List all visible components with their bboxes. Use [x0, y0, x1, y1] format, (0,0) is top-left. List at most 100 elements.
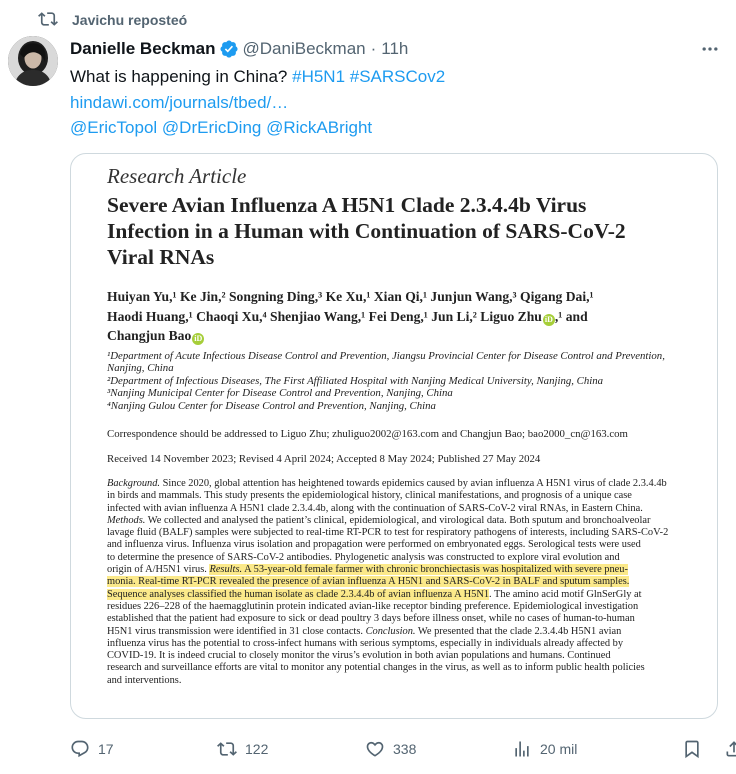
abstract-text: research and surveillance efforts are vi…	[107, 662, 645, 674]
share-button[interactable]	[724, 735, 736, 763]
highlighted-text: Results.	[209, 564, 243, 576]
abstract-line: origin of A/H5N1 virus. Results. A 53-ye…	[107, 564, 681, 576]
abstract-text: to determine the presence of SARS-CoV-2 …	[107, 551, 620, 563]
abstract-text: lavage fluid (BALF) samples were subject…	[107, 527, 669, 539]
abstract-text: . The amino acid motif GlnSerGly at	[489, 588, 642, 600]
author-handle[interactable]: @DaniBeckman	[243, 39, 366, 59]
reply-button[interactable]: 17	[70, 735, 114, 763]
abstract-text: and interventions.	[107, 674, 182, 686]
abstract-text: COVID-19. It is indeed crucial to closel…	[107, 650, 611, 662]
abstract-line: lavage fluid (BALF) samples were subject…	[107, 527, 681, 539]
abstract-line: monia. Real-time RT-PCR revealed the pre…	[107, 576, 681, 588]
author-line-text: Haodi Huang,¹ Chaoqi Xu,⁴ Shenjiao Wang,…	[107, 308, 542, 324]
author-name[interactable]: Danielle Beckman	[70, 39, 216, 59]
repost-label: Javichu reposteó	[72, 12, 188, 28]
separator-dot: ·	[370, 39, 377, 58]
abstract-text: established that the patient had exposur…	[107, 613, 635, 625]
tweet-text-prefix: What is happening in China?	[70, 67, 288, 86]
bookmark-icon	[685, 740, 699, 759]
like-count: 338	[393, 741, 417, 757]
abstract-text: Conclusion.	[365, 625, 416, 637]
reply-count: 17	[98, 741, 114, 757]
mention-rickabright[interactable]: @RickABright	[266, 118, 372, 137]
views-count: 20 mil	[540, 741, 578, 757]
paper-authors: Huiyan Yu,¹ Ke Jin,² Songning Ding,³ Ke …	[107, 287, 687, 346]
tweet-text: What is happening in China? #H5N1 #SARSC…	[70, 65, 445, 89]
retweet-icon	[217, 742, 237, 756]
paper-affiliations: ¹Department of Acute Infectious Disease …	[107, 350, 697, 412]
affiliation: ²Department of Infectious Diseases, The …	[107, 374, 604, 387]
abstract-line: residues 226–228 of the haemagglutinin p…	[107, 601, 681, 613]
affiliation: ¹Department of Acute Infectious Disease …	[107, 350, 665, 362]
tweet-header: Danielle Beckman @DaniBeckman · 11h	[70, 38, 722, 60]
paper-title-line: Viral RNAs	[107, 245, 215, 269]
abstract-line: to determine the presence of SARS-CoV-2 …	[107, 552, 681, 564]
mention-drericding[interactable]: @DrEricDing	[162, 118, 261, 137]
like-button[interactable]: 338	[365, 735, 416, 763]
abstract-text: H5N1 virus transmission were identified …	[107, 625, 366, 637]
abstract-text: in birds and mammals. This study present…	[107, 490, 632, 502]
highlighted-text: monia. Real-time RT-PCR revealed the pre…	[107, 576, 630, 588]
affiliation: Nanjing, China	[107, 362, 174, 375]
abstract-line: and interventions.	[107, 675, 681, 687]
highlighted-text: Sequence analyses classified the human i…	[107, 588, 490, 600]
orcid-icon: iD	[192, 333, 205, 345]
abstract-text: Background.	[107, 478, 160, 489]
author-line: Huiyan Yu,¹ Ke Jin,² Songning Ding,³ Ke …	[107, 289, 594, 304]
abstract-text: origin of A/H5N1 virus.	[107, 564, 210, 576]
repost-banner[interactable]: Javichu reposteó	[38, 8, 187, 32]
media-image[interactable]: Research Article Severe Avian Influenza …	[70, 153, 718, 719]
more-options-icon[interactable]	[698, 38, 722, 60]
abstract-line: established that the patient had exposur…	[107, 613, 681, 625]
hashtag-sarscov2[interactable]: #SARSCov2	[350, 67, 445, 86]
abstract-line: COVID-19. It is indeed crucial to closel…	[107, 650, 681, 662]
abstract-text: We presented that the clade 2.3.4.4b H5N…	[415, 625, 622, 637]
abstract-line: influenza virus has the potential to cro…	[107, 638, 681, 650]
avatar[interactable]	[8, 36, 58, 86]
abstract-line: Methods. We collected and analysed the p…	[107, 515, 681, 527]
abstract-line: Sequence analyses classified the human i…	[107, 588, 681, 601]
hashtag-h5n1[interactable]: #H5N1	[292, 67, 345, 86]
action-bar: 17 122 338 20 mil	[70, 735, 736, 763]
abstract-line: in birds and mammals. This study present…	[107, 490, 681, 502]
paper-abstract: Background. Since 2020, global attention…	[107, 478, 681, 687]
abstract-text: influenza virus has the potential to cro…	[107, 637, 624, 649]
retweet-icon	[38, 9, 60, 31]
share-icon	[726, 741, 736, 757]
affiliation: ⁴Nanjing Gulou Center for Disease Contro…	[107, 399, 436, 412]
tweet-link-line: hindawi.com/journals/tbed/…	[70, 91, 288, 115]
abstract-line: H5N1 virus transmission were identified …	[107, 626, 681, 638]
reply-icon	[71, 740, 89, 758]
abstract-line: infected with avian influenza A H5N1 cla…	[107, 503, 681, 515]
mention-erictopol[interactable]: @EricTopol	[70, 118, 157, 137]
abstract-line: and influenza virus. Influenza virus iso…	[107, 539, 681, 551]
abstract-text: Methods.	[107, 514, 146, 526]
paper-dates: Received 14 November 2023; Revised 4 Apr…	[107, 453, 541, 465]
author-line: Haodi Huang,¹ Chaoqi Xu,⁴ Shenjiao Wang,…	[107, 307, 687, 327]
orcid-icon: iD	[542, 313, 555, 326]
abstract-text: We collected and analysed the patient’s …	[145, 514, 651, 526]
tweet-time[interactable]: 11h	[381, 39, 408, 59]
abstract-line: research and surveillance efforts are vi…	[107, 662, 681, 674]
paper-title-line: Infection in a Human with Continuation o…	[107, 219, 626, 243]
verified-badge-icon	[219, 39, 239, 59]
author-line-text: Changjun Bao	[107, 328, 192, 343]
author-line-tail: ,¹ and	[554, 308, 588, 324]
tweet-url-link[interactable]: hindawi.com/journals/tbed/…	[70, 93, 288, 112]
paper-correspondence: Correspondence should be addressed to Li…	[107, 428, 628, 440]
views-chart-icon	[515, 741, 529, 757]
views-button[interactable]: 20 mil	[512, 735, 577, 763]
bookmark-button[interactable]	[682, 735, 702, 763]
paper-type: Research Article	[107, 164, 247, 188]
paper-title: Severe Avian Influenza A H5N1 Clade 2.3.…	[107, 192, 687, 270]
heart-icon	[366, 741, 384, 757]
abstract-line: Background. Since 2020, global attention…	[107, 478, 681, 490]
affiliation: ³Nanjing Municipal Center for Disease Co…	[107, 387, 453, 400]
abstract-text: residues 226–228 of the haemagglutinin p…	[107, 600, 639, 612]
author-line: Changjun Bao iD	[107, 326, 687, 346]
abstract-text: Since 2020, global attention has heighte…	[160, 478, 667, 489]
repost-button[interactable]: 122	[217, 735, 268, 763]
abstract-text: and influenza virus. Influenza virus iso…	[107, 539, 641, 551]
abstract-text: infected with avian influenza A H5N1 cla…	[107, 502, 643, 514]
repost-count: 122	[245, 741, 269, 757]
